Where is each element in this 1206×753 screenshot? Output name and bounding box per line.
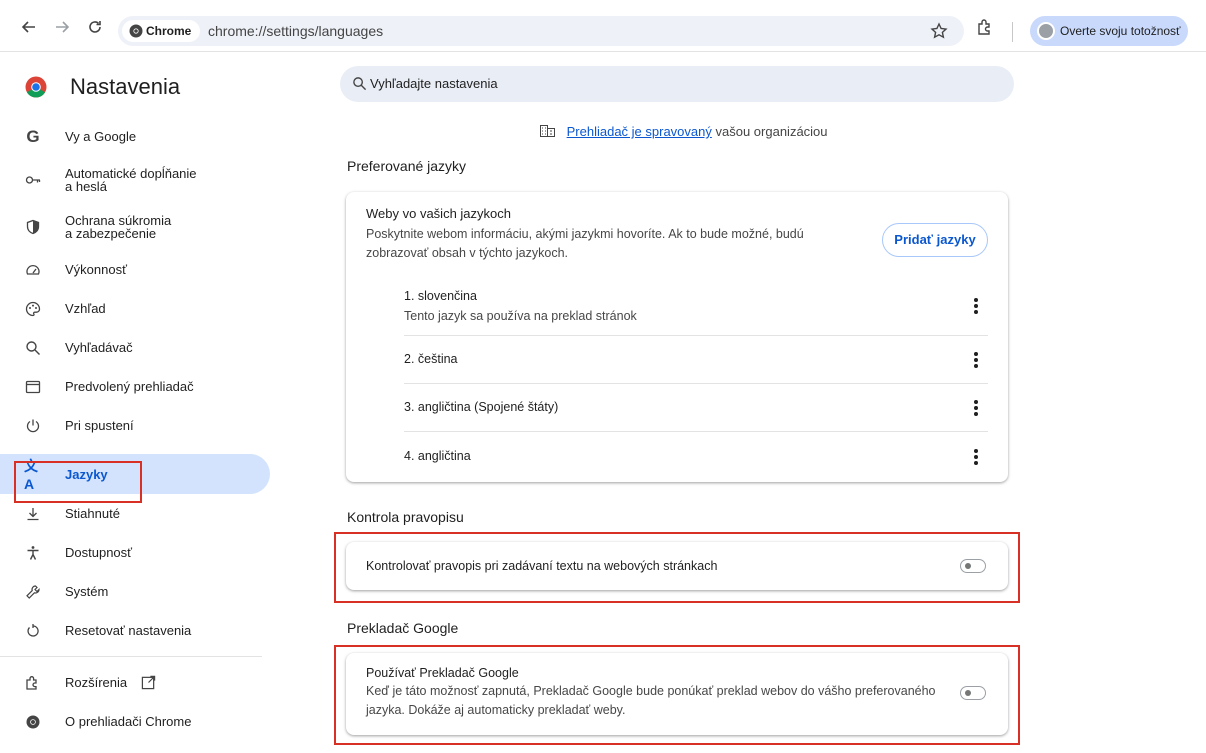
section-title-preferred-languages: Preferované jazyky xyxy=(347,158,467,174)
language-row: 3. angličtina (Spojené štáty) xyxy=(404,383,988,431)
sidebar-item-autofill[interactable]: Automatické dopĺňanie a heslá xyxy=(0,156,270,203)
more-vert-icon[interactable] xyxy=(974,400,978,416)
card-description: Poskytnite webom informáciu, akými jazyk… xyxy=(366,227,804,260)
add-languages-button[interactable]: Pridať jazyky xyxy=(882,223,988,257)
sidebar-item-search-engine[interactable]: Vyhľadávač xyxy=(0,328,270,367)
sidebar-item-label: Predvolený prehliadač xyxy=(65,379,194,394)
site-chip[interactable]: Chrome xyxy=(122,20,201,42)
site-chip-label: Chrome xyxy=(146,24,192,38)
sidebar-item-performance[interactable]: Výkonnosť xyxy=(0,250,270,289)
managed-suffix: vašou organizáciou xyxy=(715,124,828,139)
spellcheck-label: Kontrolovať pravopis pri zadávaní textu … xyxy=(366,559,718,573)
sidebar-item-label: Vzhľad xyxy=(65,301,106,316)
sidebar-item-label: Stiahnuté xyxy=(65,506,120,521)
power-icon xyxy=(24,417,42,435)
sidebar-item-label: Automatické dopĺňanie a heslá xyxy=(65,165,197,194)
download-icon xyxy=(24,505,42,523)
search-input[interactable]: Vyhľadajte nastavenia xyxy=(340,66,1014,102)
spellcheck-toggle[interactable] xyxy=(960,559,986,573)
profile-label: Overte svoju totožnosť xyxy=(1060,24,1181,38)
sidebar-item-appearance[interactable]: Vzhľad xyxy=(0,289,270,328)
sidebar-item-reset[interactable]: Resetovať nastavenia xyxy=(0,611,270,650)
sidebar-item-system[interactable]: Systém xyxy=(0,572,270,611)
more-vert-icon[interactable] xyxy=(974,298,978,314)
sidebar-item-label: Vyhľadávač xyxy=(65,340,133,355)
sidebar-divider xyxy=(0,452,262,453)
sidebar-item-label: Výkonnosť xyxy=(65,262,127,277)
sidebar-item-label: Systém xyxy=(65,584,109,599)
wrench-icon xyxy=(24,583,42,601)
sidebar-item-you-and-google[interactable]: G Vy a Google xyxy=(0,117,270,156)
sidebar-item-privacy[interactable]: Ochrana súkromia a zabezpečenie xyxy=(0,203,270,250)
search-placeholder: Vyhľadajte nastavenia xyxy=(370,76,498,91)
preferred-languages-card: Weby vo vašich jazykoch Poskytnite webom… xyxy=(346,192,1008,482)
language-subtitle: Tento jazyk sa používa na preklad stráno… xyxy=(404,309,637,323)
search-icon xyxy=(24,339,42,357)
google-translate-toggle[interactable] xyxy=(960,686,986,700)
language-row: 1. slovenčina Tento jazyk sa používa na … xyxy=(404,274,988,334)
profile-button[interactable]: Overte svoju totožnosť xyxy=(1030,16,1188,46)
sidebar-item-label: Pri spustení xyxy=(65,418,134,433)
open-in-new-icon xyxy=(141,675,156,690)
palette-icon xyxy=(24,300,42,318)
building-icon xyxy=(540,125,555,137)
sidebar-item-label: Rozšírenia xyxy=(65,675,128,690)
speedometer-icon xyxy=(24,261,42,279)
sidebar-item-accessibility[interactable]: Dostupnosť xyxy=(0,533,270,572)
google-g-icon: G xyxy=(26,126,40,146)
back-icon[interactable] xyxy=(20,18,38,36)
reload-icon[interactable] xyxy=(86,18,104,36)
app-title: Nastavenia xyxy=(70,74,181,99)
translate-label: Používať Prekladač Google xyxy=(366,666,519,680)
chrome-logo-icon xyxy=(25,76,47,98)
managed-notice: Prehliadač je spravovaný vašou organizác… xyxy=(540,124,828,139)
sidebar-item-label: Dostupnosť xyxy=(65,545,133,560)
sidebar-item-default-browser[interactable]: Predvolený prehliadač xyxy=(0,367,270,406)
sidebar-item-label: Vy a Google xyxy=(65,129,137,144)
reset-icon xyxy=(24,622,42,640)
chrome-icon xyxy=(24,713,42,731)
card-title: Weby vo vašich jazykoch xyxy=(366,206,511,221)
sidebar-divider xyxy=(0,656,262,657)
sidebar-item-label: O prehliadači Chrome xyxy=(65,714,192,729)
address-bar[interactable]: Chrome chrome://settings/languages xyxy=(118,16,964,46)
chrome-icon xyxy=(129,24,143,38)
shield-icon xyxy=(24,218,42,236)
accessibility-icon xyxy=(24,544,42,562)
browser-window-icon xyxy=(24,378,42,396)
key-icon xyxy=(24,171,42,189)
translate-card: Používať Prekladač Google Keď je táto mo… xyxy=(346,653,1008,735)
sidebar-nav: G Vy a Google Automatické dopĺňanie a he… xyxy=(0,117,270,741)
forward-icon[interactable] xyxy=(53,18,71,36)
sidebar-item-label: Ochrana súkromia a zabezpečenie xyxy=(65,212,172,241)
url-text[interactable]: chrome://settings/languages xyxy=(208,16,383,46)
language-row: 2. čeština xyxy=(404,335,988,383)
section-title-google-translate: Prekladač Google xyxy=(347,620,459,636)
browser-toolbar: Chrome chrome://settings/languages Overt… xyxy=(0,0,1206,52)
sidebar-item-on-startup[interactable]: Pri spustení xyxy=(0,406,270,445)
more-vert-icon[interactable] xyxy=(974,449,978,465)
language-row: 4. angličtina xyxy=(404,431,988,479)
language-name: 1. slovenčina xyxy=(404,289,477,303)
spellcheck-card: Kontrolovať pravopis pri zadávaní textu … xyxy=(346,542,1008,590)
sidebar-item-about-chrome[interactable]: O prehliadači Chrome xyxy=(0,702,270,741)
translate-description: Keď je táto možnosť zapnutá, Prekladač G… xyxy=(366,684,936,717)
highlight-frame xyxy=(14,461,142,503)
toolbar-divider xyxy=(1012,22,1013,42)
extensions-puzzle-icon xyxy=(24,674,42,692)
language-name: 4. angličtina xyxy=(404,449,471,463)
managed-link[interactable]: Prehliadač je spravovaný xyxy=(567,124,712,139)
language-name: 2. čeština xyxy=(404,352,458,366)
search-icon xyxy=(353,77,367,91)
sidebar-item-label: Resetovať nastavenia xyxy=(65,623,192,638)
bookmark-star-icon[interactable] xyxy=(930,22,948,40)
extensions-puzzle-icon[interactable] xyxy=(976,18,994,36)
more-vert-icon[interactable] xyxy=(974,352,978,368)
sidebar-item-extensions[interactable]: Rozšírenia xyxy=(0,663,270,702)
section-title-spellcheck: Kontrola pravopisu xyxy=(347,509,464,525)
avatar xyxy=(1037,22,1055,40)
language-name: 3. angličtina (Spojené štáty) xyxy=(404,400,559,414)
